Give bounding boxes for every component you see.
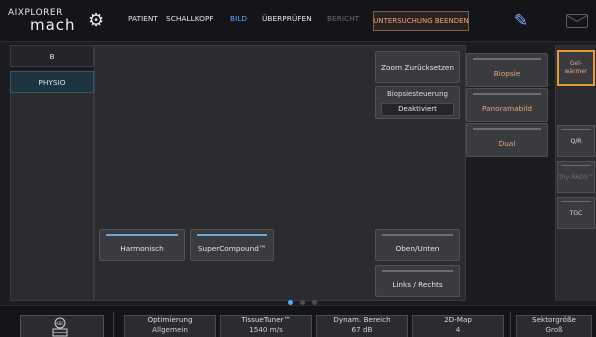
supercompound-button[interactable]: SuperCompound™ — [190, 229, 274, 261]
left-right-label: Links / Rechts — [392, 279, 443, 289]
keyboard-icon: ABC — [52, 317, 68, 337]
page-dot-3[interactable] — [312, 300, 317, 305]
abc-text: ABC — [56, 321, 64, 326]
dynamic-range-value: 67 dB — [351, 325, 373, 334]
optimization-value: Allgemein — [152, 325, 188, 334]
separator — [510, 312, 511, 337]
mail-icon[interactable] — [566, 14, 588, 28]
zoom-reset-button[interactable]: Zoom Zurücksetzen — [375, 51, 460, 83]
page-dots[interactable] — [288, 300, 318, 308]
left-right-button[interactable]: Links / Rechts — [375, 265, 460, 297]
probe-icon[interactable]: ✎ — [510, 10, 532, 32]
map-label: 2D-Map — [444, 315, 472, 324]
tab-physio[interactable]: PHYSIO — [10, 71, 94, 93]
supercompound-label: SuperCompound™ — [197, 243, 267, 253]
tissuetuner-value: 1540 m/s — [249, 325, 283, 334]
biopsy-control[interactable]: Biopsiesteuerung Deaktiviert — [375, 86, 460, 119]
nav-patient[interactable]: PATIENT — [128, 14, 158, 28]
sector-size-label: Sektorgröße — [532, 315, 576, 324]
tgc-label: TGC — [569, 209, 583, 217]
optimization-text: Optimierung Allgemein — [124, 315, 216, 337]
tgc-button[interactable]: TGC — [557, 197, 595, 229]
page-dot-2[interactable] — [300, 300, 305, 305]
gel-warmer-button[interactable]: Gel- wärmer — [557, 50, 595, 86]
logo: AIXPLORER mach ⚙ — [6, 8, 118, 34]
gel-warmer-line2: wärmer — [564, 68, 588, 75]
nav-report[interactable]: BERICHT — [327, 14, 359, 28]
dynamic-range-label: Dynam. Bereich — [333, 315, 391, 324]
nav-probe[interactable]: SCHALLKOPF — [166, 14, 214, 28]
separator — [113, 312, 114, 337]
optimization-label: Optimierung — [147, 315, 193, 324]
panorama-button[interactable]: Panoramabild — [466, 88, 548, 122]
harmonic-button[interactable]: Harmonisch — [99, 229, 185, 261]
harmonic-label: Harmonisch — [120, 243, 164, 253]
dual-button[interactable]: Dual — [466, 123, 548, 157]
up-down-button[interactable]: Oben/Unten — [375, 229, 460, 261]
map-value: 4 — [455, 325, 461, 334]
page-dot-1[interactable] — [288, 300, 293, 305]
thyrads-label: Thy-RADS™ — [558, 173, 594, 181]
gear-icon: ⚙ — [88, 10, 105, 31]
tissuetuner-text: TissueTuner™ 1540 m/s — [220, 315, 312, 337]
dual-label: Dual — [498, 138, 516, 148]
main-panel — [94, 45, 466, 301]
biopsy-control-title: Biopsiesteuerung — [386, 90, 448, 98]
end-exam-button[interactable]: UNTERSUCHUNG BEENDEN — [373, 11, 469, 31]
logo-model: mach — [30, 16, 76, 34]
qr-label: Q/R — [570, 137, 582, 145]
sector-size-text: Sektorgröße Groß — [516, 315, 592, 337]
gel-warmer-line1: Gel- — [569, 60, 583, 67]
biopsy-control-value[interactable]: Deaktiviert — [381, 103, 454, 116]
left-panel — [10, 93, 94, 301]
biopsy-button[interactable]: Biopsie — [466, 53, 548, 87]
dynamic-range-text: Dynam. Bereich 67 dB — [316, 315, 408, 337]
nav-review[interactable]: ÜBERPRÜFEN — [262, 14, 312, 28]
panorama-label: Panoramabild — [481, 103, 532, 113]
sector-size-value: Groß — [545, 325, 563, 334]
map-text: 2D-Map 4 — [412, 315, 504, 337]
tab-b-mode[interactable]: B — [10, 45, 94, 67]
biopsy-label: Biopsie — [493, 68, 521, 78]
zoom-reset-label: Zoom Zurücksetzen — [381, 62, 454, 72]
nav-image[interactable]: BILD — [230, 14, 247, 28]
qr-button[interactable]: Q/R — [557, 125, 595, 157]
thyrads-button[interactable]: Thy-RADS™ — [557, 161, 595, 193]
tissuetuner-label: TissueTuner™ — [241, 315, 291, 324]
up-down-label: Oben/Unten — [395, 243, 440, 253]
